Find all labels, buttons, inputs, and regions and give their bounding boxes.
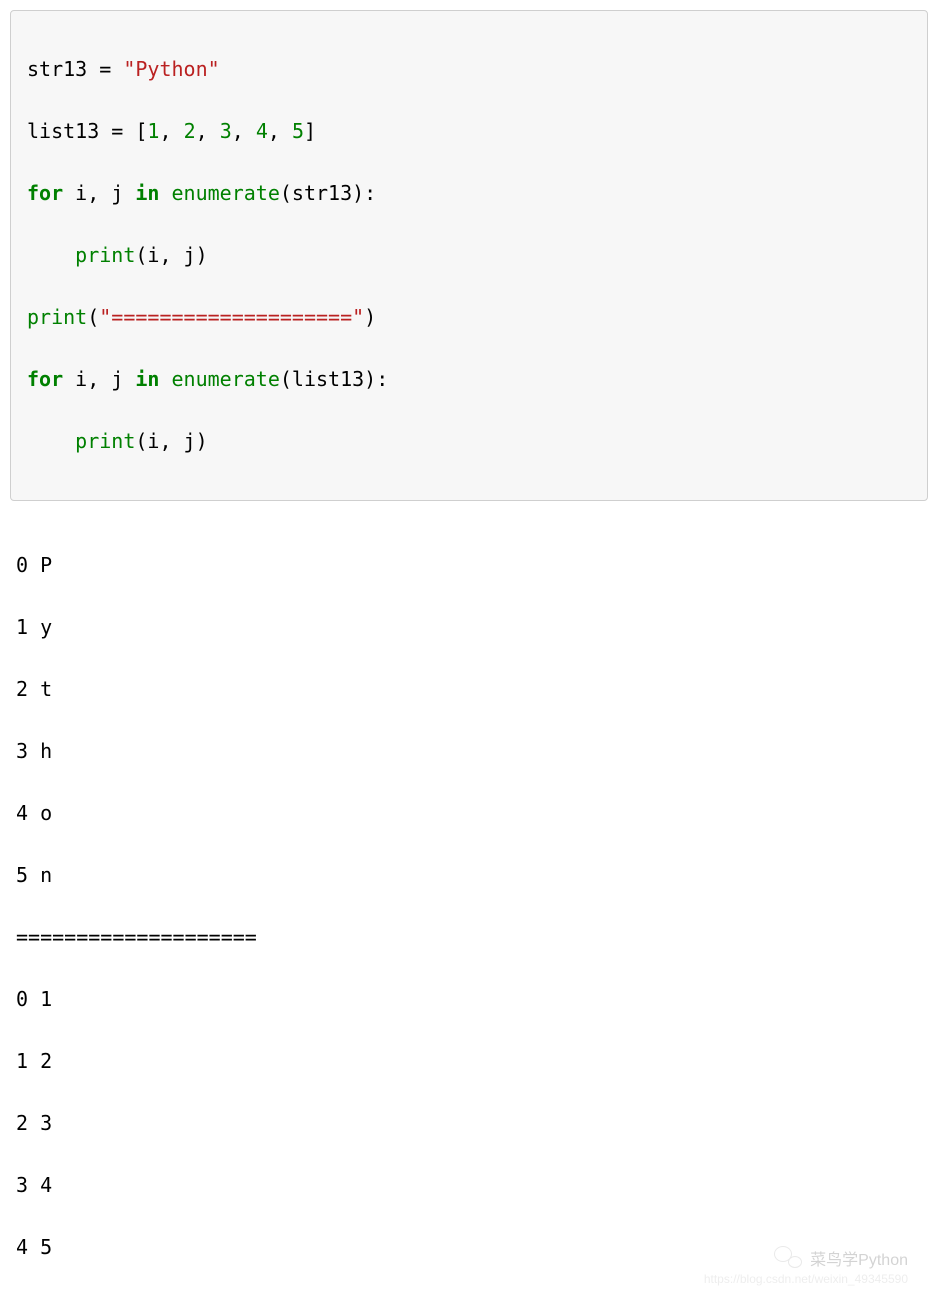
code-line-3: for i, j in enumerate(str13):: [27, 178, 911, 209]
output-line: 5 n: [16, 860, 922, 891]
output-line: 3 4: [16, 1170, 922, 1201]
code-line-6: for i, j in enumerate(list13):: [27, 364, 911, 395]
output-line: 1 y: [16, 612, 922, 643]
keyword: for: [27, 367, 63, 391]
output-line: 2 t: [16, 674, 922, 705]
builtin: enumerate: [172, 367, 280, 391]
string-literal: "====================": [99, 305, 364, 329]
output-line: 0 1: [16, 984, 922, 1015]
builtin: print: [75, 243, 135, 267]
keyword: for: [27, 181, 63, 205]
builtin: print: [27, 305, 87, 329]
output-line: 4 5: [16, 1232, 922, 1263]
output-line: 0 P: [16, 550, 922, 581]
code-line-2: list13 = [1, 2, 3, 4, 5]: [27, 116, 911, 147]
code-text: str13 =: [27, 57, 123, 81]
output-line: 1 2: [16, 1046, 922, 1077]
output-block: 0 P 1 y 2 t 3 h 4 o 5 n ================…: [10, 519, 928, 1294]
number-literal: 4: [256, 119, 268, 143]
output-line: 4 o: [16, 798, 922, 829]
code-line-4: print(i, j): [27, 240, 911, 271]
number-literal: 2: [184, 119, 196, 143]
output-line: 2 3: [16, 1108, 922, 1139]
builtin: print: [75, 429, 135, 453]
keyword: in: [135, 367, 159, 391]
code-line-5: print("===================="): [27, 302, 911, 333]
keyword: in: [135, 181, 159, 205]
code-text: list13 = [: [27, 119, 147, 143]
number-literal: 3: [220, 119, 232, 143]
number-literal: 5: [292, 119, 304, 143]
output-line: ====================: [16, 922, 922, 953]
output-line: 3 h: [16, 736, 922, 767]
number-literal: 1: [147, 119, 159, 143]
code-line-1: str13 = "Python": [27, 54, 911, 85]
string-literal: "Python": [123, 57, 219, 81]
code-cell: str13 = "Python" list13 = [1, 2, 3, 4, 5…: [10, 10, 928, 501]
builtin: enumerate: [172, 181, 280, 205]
code-line-7: print(i, j): [27, 426, 911, 457]
